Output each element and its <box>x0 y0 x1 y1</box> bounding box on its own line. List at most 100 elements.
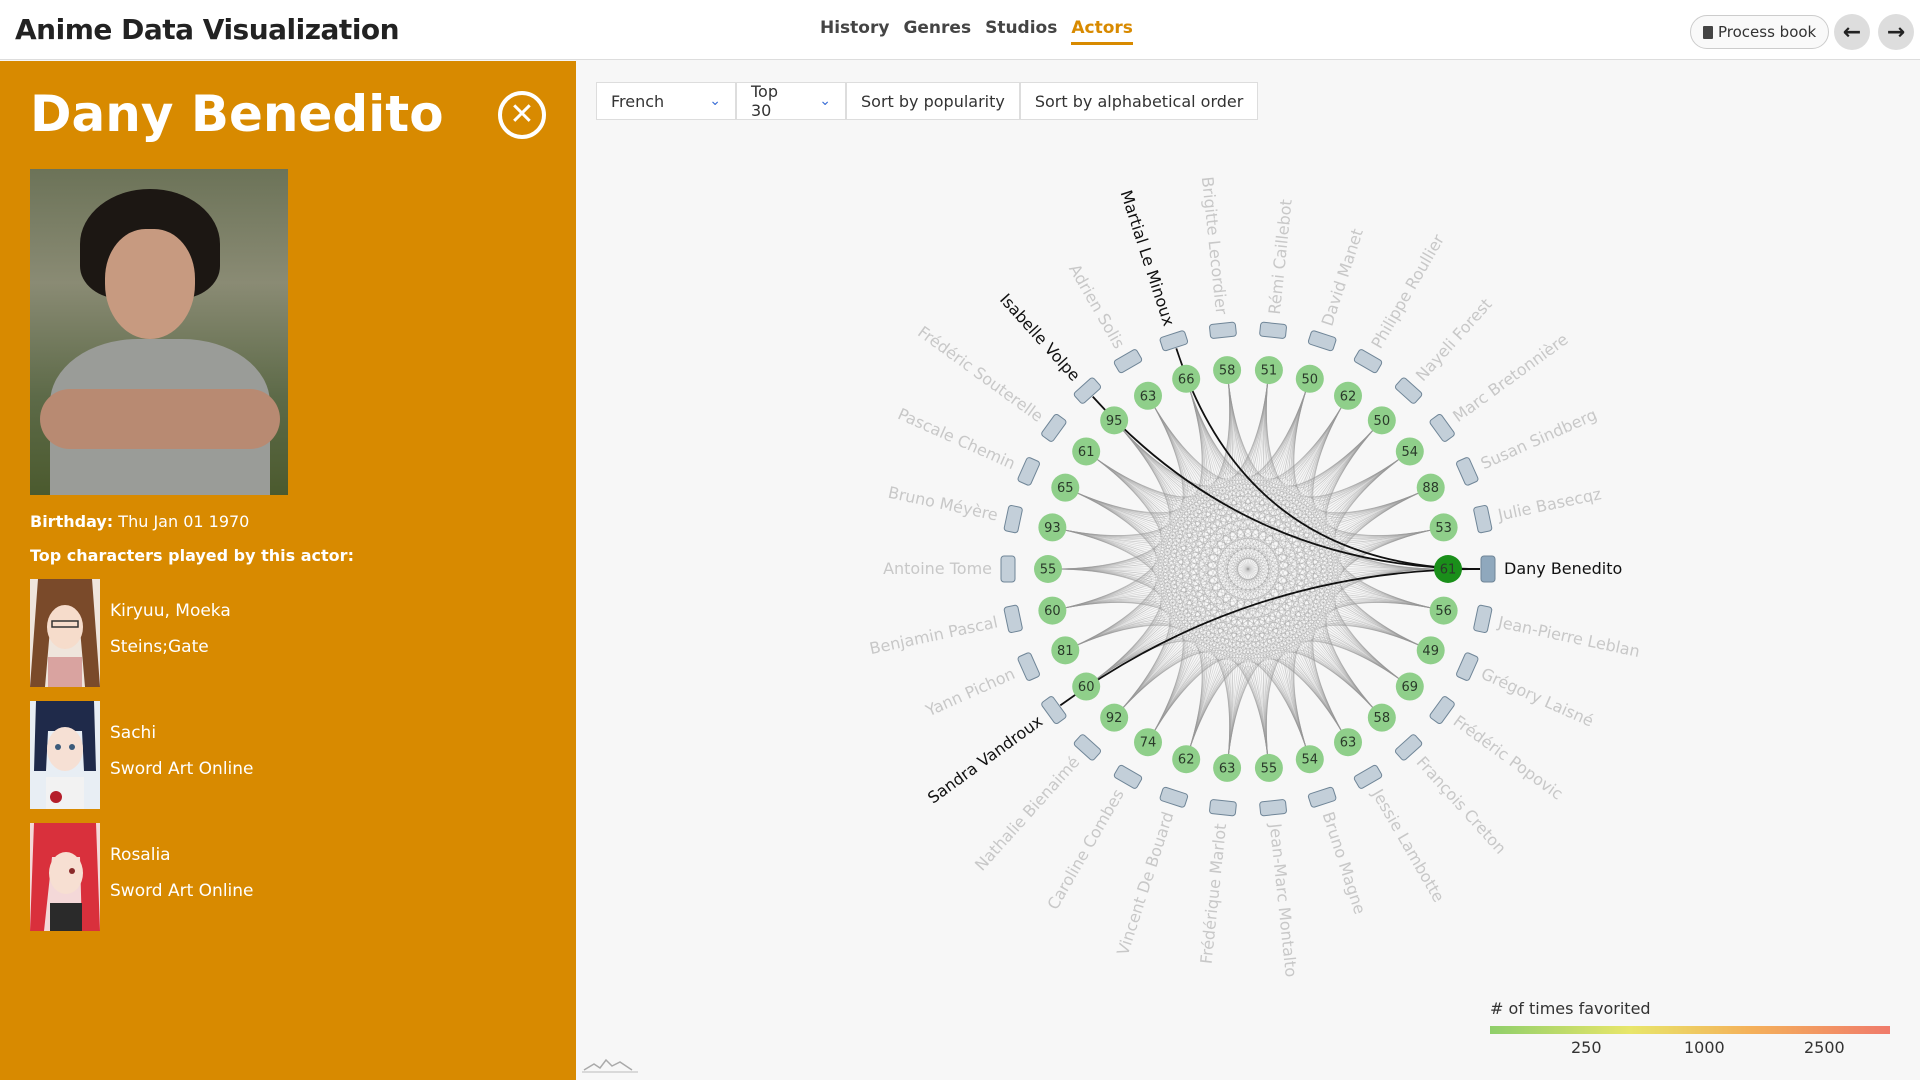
actor-label[interactable]: Isabelle Volpe <box>996 290 1084 385</box>
actor-node[interactable] <box>1041 413 1068 442</box>
favorite-count-label: 95 <box>1106 414 1123 429</box>
nav-history[interactable]: History <box>820 18 889 45</box>
favorite-count-label: 81 <box>1057 644 1074 659</box>
actor-node-handle <box>1041 413 1067 442</box>
actor-node-handle <box>1017 652 1040 681</box>
actor-node[interactable] <box>1000 555 1016 583</box>
actor-label[interactable]: Julie Basecqz <box>1495 484 1603 525</box>
actor-label[interactable]: Bruno Magne <box>1319 809 1370 916</box>
actor-node[interactable] <box>1480 555 1496 583</box>
actor-link <box>1069 454 1165 649</box>
actor-node[interactable] <box>1259 321 1287 339</box>
nav-actors[interactable]: Actors <box>1071 18 1133 45</box>
actor-label[interactable]: Susan Sindberg <box>1478 405 1600 473</box>
legend-tick: 250 <box>1571 1038 1602 1057</box>
legend-tick: 2500 <box>1804 1038 1845 1057</box>
actor-node[interactable] <box>1353 349 1383 374</box>
close-icon[interactable]: ✕ <box>498 91 546 139</box>
actor-node[interactable] <box>1473 504 1493 534</box>
actor-label[interactable]: Marc Bretonnière <box>1449 330 1571 426</box>
main-nav: History Genres Studios Actors <box>820 18 1133 45</box>
arrow-left-icon[interactable]: ← <box>1834 14 1870 50</box>
favorite-count-label: 58 <box>1219 364 1236 379</box>
favorite-count-label: 54 <box>1302 753 1319 768</box>
actor-label[interactable]: Pascale Chemin <box>895 404 1018 473</box>
actor-label[interactable]: Rémi Caillebot <box>1265 198 1296 315</box>
actor-node[interactable] <box>1113 764 1143 789</box>
favorite-count-label: 69 <box>1402 680 1419 695</box>
actor-label[interactable]: Jean-Pierre Leblan <box>1496 612 1642 661</box>
actor-label[interactable]: Antoine Tome <box>883 559 992 578</box>
actor-label[interactable]: Yann Pichon <box>922 664 1018 721</box>
actor-node[interactable] <box>1073 377 1102 405</box>
actor-node[interactable] <box>1017 652 1040 681</box>
actor-label[interactable]: Jean-Marc Montalto <box>1266 822 1301 978</box>
actor-node-handle <box>1394 377 1423 404</box>
actor-node[interactable] <box>1209 799 1237 817</box>
nav-genres[interactable]: Genres <box>903 18 971 45</box>
top-characters-heading: Top characters played by this actor: <box>30 546 354 565</box>
actor-label[interactable]: Frédéric Popovic <box>1450 711 1567 803</box>
actor-label[interactable]: David Manet <box>1318 226 1367 328</box>
actor-node-handle <box>1017 457 1040 486</box>
actor-node[interactable] <box>1003 504 1023 534</box>
actor-label[interactable]: Benjamin Pascal <box>868 612 1000 658</box>
actor-node[interactable] <box>1353 764 1383 789</box>
actor-node-handle <box>1353 764 1383 789</box>
actor-node-handle <box>1394 734 1423 761</box>
actor-node[interactable] <box>1017 457 1040 486</box>
favorite-count-label: 61 <box>1078 445 1095 460</box>
actor-node[interactable] <box>1394 377 1423 405</box>
actor-label[interactable]: Sandra Vandroux <box>924 711 1046 807</box>
actor-node[interactable] <box>1003 604 1023 634</box>
actor-label[interactable]: Nathalie Bienaimé <box>971 753 1083 875</box>
actor-node[interactable] <box>1473 604 1493 634</box>
actor-label[interactable]: Vincent De Bouard <box>1113 809 1177 957</box>
book-icon <box>1703 25 1713 39</box>
favorite-count-label: 74 <box>1140 736 1157 751</box>
actor-node[interactable] <box>1209 321 1237 339</box>
process-book-button[interactable]: Process book <box>1690 15 1830 49</box>
actor-node[interactable] <box>1159 330 1189 352</box>
actor-node[interactable] <box>1394 733 1423 761</box>
actor-label[interactable]: Caroline Combes <box>1043 786 1127 913</box>
actor-node[interactable] <box>1307 786 1337 808</box>
actor-label[interactable]: Adrien Solis <box>1065 261 1129 352</box>
actor-label[interactable]: Bruno Méyère <box>886 483 999 525</box>
actor-node-handle <box>1480 555 1496 583</box>
actor-node[interactable] <box>1429 695 1456 725</box>
actor-node-handle <box>1307 330 1337 352</box>
actor-node[interactable] <box>1073 733 1102 761</box>
legend-tick: 1000 <box>1684 1038 1725 1057</box>
actor-node[interactable] <box>1113 349 1143 374</box>
favorite-count-label: 54 <box>1402 445 1419 460</box>
actor-label[interactable]: Philippe Roullier <box>1367 231 1448 352</box>
actor-node-handle <box>1456 652 1479 681</box>
actor-node[interactable] <box>1259 799 1287 817</box>
favorite-count-label: 55 <box>1040 563 1057 578</box>
favorite-count-label: 50 <box>1374 414 1391 429</box>
actor-label[interactable]: François Creton <box>1413 753 1510 858</box>
actor-label[interactable]: Grégory Laisné <box>1478 664 1596 731</box>
actor-label[interactable]: Jessie Lambotte <box>1368 785 1449 906</box>
favorite-count-label: 60 <box>1078 680 1095 695</box>
favorite-count-label: 65 <box>1057 481 1074 496</box>
actor-node[interactable] <box>1429 413 1456 442</box>
arrow-right-icon[interactable]: → <box>1878 14 1914 50</box>
actor-label[interactable]: Martial Le Minoux <box>1117 188 1179 329</box>
actor-label[interactable]: Brigitte Lecordier <box>1198 176 1231 316</box>
actor-node-handle <box>1456 457 1479 486</box>
actor-label[interactable]: Nayeli Forest <box>1412 295 1496 385</box>
character-show: Sword Art Online <box>110 759 254 779</box>
actor-node[interactable] <box>1041 695 1068 725</box>
actor-node[interactable] <box>1307 330 1337 352</box>
actor-node[interactable] <box>1456 457 1479 486</box>
nav-studios[interactable]: Studios <box>985 18 1057 45</box>
character-name: Rosalia <box>110 845 171 865</box>
actor-label[interactable]: Frédéric Souterelle <box>914 322 1047 426</box>
actor-node[interactable] <box>1159 786 1189 808</box>
actor-node[interactable] <box>1456 652 1479 681</box>
actor-label[interactable]: Frédérique Marlot <box>1197 823 1231 965</box>
favorite-count-label: 61 <box>1440 563 1457 578</box>
actor-label[interactable]: Dany Benedito <box>1504 559 1622 578</box>
